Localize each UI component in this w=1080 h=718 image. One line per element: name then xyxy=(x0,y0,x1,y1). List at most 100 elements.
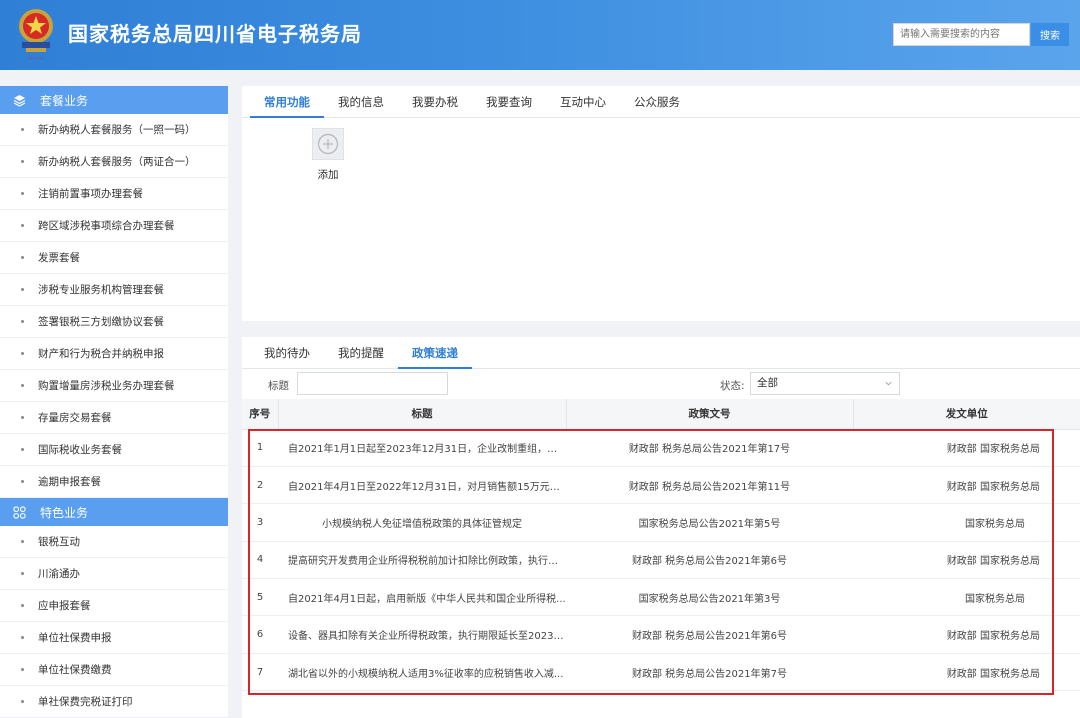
sidebar-item[interactable]: 国际税收业务套餐 xyxy=(0,434,228,466)
sidebar-item[interactable]: 发票套餐 xyxy=(0,242,228,274)
row-index: 1 xyxy=(242,429,278,467)
row-index: 6 xyxy=(242,615,278,654)
table-row[interactable]: 5 自2021年4月1日起，启用新版《中华人民共和国企业所得税... 国家税务总… xyxy=(242,578,1080,617)
row-doc-number: 财政部 税务总局公告2021年第6号 xyxy=(566,541,853,580)
table-row[interactable]: 6 设备、器具扣除有关企业所得税政策，执行期限延长至2023年... 财政部 税… xyxy=(242,615,1080,654)
row-title-link[interactable]: 自2021年4月1日起，启用新版《中华人民共和国企业所得税... xyxy=(278,578,566,617)
sidebar-item[interactable]: 注销前置事项办理套餐 xyxy=(0,178,228,210)
row-doc-number: 国家税务总局公告2021年第5号 xyxy=(566,503,853,542)
search-button[interactable]: 搜索 xyxy=(1031,23,1069,46)
sidebar-item[interactable]: 银税互动 xyxy=(0,526,228,558)
sidebar-section-featured[interactable]: 特色业务 xyxy=(0,498,228,526)
sidebar-item[interactable]: 签署银税三方划缴协议套餐 xyxy=(0,306,228,338)
tab-policy-express[interactable]: 政策速递 xyxy=(398,337,472,369)
row-index: 3 xyxy=(242,503,278,542)
sidebar-item[interactable]: 涉税专业服务机构管理套餐 xyxy=(0,274,228,306)
bullet-icon xyxy=(21,700,24,703)
grid-icon xyxy=(12,505,26,519)
tab-my-todo[interactable]: 我的待办 xyxy=(250,337,324,368)
common-functions-panel: 常用功能 我的信息 我要办税 我要查询 互动中心 公众服务 添加 xyxy=(242,86,1080,321)
status-select-value: 全部 xyxy=(757,377,778,389)
site-header: ~~~ 国家税务总局四川省电子税务局 搜索 xyxy=(0,0,1080,70)
table-row[interactable]: 7 湖北省以外的小规模纳税人适用3%征收率的应税销售收入减... 财政部 税务总… xyxy=(242,653,1080,692)
status-select[interactable]: 全部 xyxy=(750,372,900,395)
site-title: 国家税务总局四川省电子税务局 xyxy=(68,22,362,46)
sidebar-item[interactable]: 单位社保费缴费 xyxy=(0,654,228,686)
add-label: 添加 xyxy=(317,169,339,181)
title-filter-input[interactable] xyxy=(297,372,448,395)
plus-circle-icon xyxy=(317,133,339,155)
bullet-icon xyxy=(21,352,24,355)
table-row[interactable]: 3 小规模纳税人免征增值税政策的具体征管规定 国家税务总局公告2021年第5号 … xyxy=(242,503,1080,542)
add-shortcut-button[interactable] xyxy=(312,128,344,160)
top-tabs: 常用功能 我的信息 我要办税 我要查询 互动中心 公众服务 xyxy=(242,86,1080,118)
col-header-issuer: 发文单位 xyxy=(853,399,1080,430)
row-issuer: 财政部 国家税务总局 xyxy=(853,541,1080,580)
tab-file-tax[interactable]: 我要办税 xyxy=(398,86,472,117)
row-title-link[interactable]: 自2021年4月1日至2022年12月31日，对月销售额15万元以下... xyxy=(278,466,566,505)
bullet-icon xyxy=(21,480,24,483)
bullet-icon xyxy=(21,636,24,639)
row-doc-number: 财政部 税务总局公告2021年第7号 xyxy=(566,653,853,692)
table-row[interactable]: 2 自2021年4月1日至2022年12月31日，对月销售额15万元以下... … xyxy=(242,466,1080,505)
sidebar-item[interactable]: 单社保费完税证打印 xyxy=(0,686,228,718)
row-issuer: 国家税务总局 xyxy=(853,503,1080,542)
sidebar-item[interactable]: 购置增量房涉税业务办理套餐 xyxy=(0,370,228,402)
tab-my-info[interactable]: 我的信息 xyxy=(324,86,398,117)
sidebar-item[interactable]: 跨区域涉税事项综合办理套餐 xyxy=(0,210,228,242)
bullet-icon xyxy=(21,160,24,163)
row-doc-number: 财政部 税务总局公告2021年第6号 xyxy=(566,615,853,654)
sidebar-item[interactable]: 新办纳税人套餐服务（一照一码） xyxy=(0,114,228,146)
row-index: 5 xyxy=(242,578,278,617)
table-row[interactable]: 1 自2021年1月1日起至2023年12月31日，企业改制重组，符合... 财… xyxy=(242,429,1080,467)
bullet-icon xyxy=(21,320,24,323)
sidebar-item[interactable]: 川渝通办 xyxy=(0,558,228,590)
bullet-icon xyxy=(21,668,24,671)
tab-interaction-center[interactable]: 互动中心 xyxy=(546,86,620,117)
row-title-link[interactable]: 小规模纳税人免征增值税政策的具体征管规定 xyxy=(278,503,566,542)
sidebar-item-label: 国际税收业务套餐 xyxy=(38,444,122,456)
sidebar-item-label: 单位社保费申报 xyxy=(38,632,112,644)
tab-public-services[interactable]: 公众服务 xyxy=(620,86,694,117)
bullet-icon xyxy=(21,288,24,291)
col-header-doc-number: 政策文号 xyxy=(566,399,854,430)
row-index: 2 xyxy=(242,466,278,505)
sidebar-item[interactable]: 财产和行为税合并纳税申报 xyxy=(0,338,228,370)
row-title-link[interactable]: 提高研究开发费用企业所得税税前加计扣除比例政策，执行期... xyxy=(278,541,566,580)
row-index: 7 xyxy=(242,653,278,692)
sidebar-item-label: 财产和行为税合并纳税申报 xyxy=(38,348,164,360)
sidebar-item-label: 跨区域涉税事项综合办理套餐 xyxy=(38,220,175,232)
sidebar-item-label: 单位社保费缴费 xyxy=(38,664,112,676)
sidebar-item[interactable]: 新办纳税人套餐服务（两证合一） xyxy=(0,146,228,178)
sidebar-item[interactable]: 存量房交易套餐 xyxy=(0,402,228,434)
row-title-link[interactable]: 自2021年1月1日起至2023年12月31日，企业改制重组，符合... xyxy=(278,429,566,467)
sidebar-item-label: 购置增量房涉税业务办理套餐 xyxy=(38,380,175,392)
sidebar-item[interactable]: 应申报套餐 xyxy=(0,590,228,622)
sidebar-item-label: 存量房交易套餐 xyxy=(38,412,112,424)
bullet-icon xyxy=(21,256,24,259)
row-title-link[interactable]: 湖北省以外的小规模纳税人适用3%征收率的应税销售收入减... xyxy=(278,653,566,692)
sidebar-item-label: 逾期申报套餐 xyxy=(38,476,101,488)
sidebar-item-label: 应申报套餐 xyxy=(38,600,91,612)
tab-query[interactable]: 我要查询 xyxy=(472,86,546,117)
col-header-index: 序号 xyxy=(242,399,279,430)
row-doc-number: 财政部 税务总局公告2021年第11号 xyxy=(566,466,853,505)
tab-my-reminders[interactable]: 我的提醒 xyxy=(324,337,398,368)
bottom-tabs: 我的待办 我的提醒 政策速递 xyxy=(242,337,1080,369)
policy-table: 序号 标题 政策文号 发文单位 1 自2021年1月1日起至2023年12月31… xyxy=(242,399,1080,692)
sidebar-item[interactable]: 逾期申报套餐 xyxy=(0,466,228,498)
sidebar-item[interactable]: 单位社保费申报 xyxy=(0,622,228,654)
tax-emblem-icon: ~~~ xyxy=(19,9,53,62)
bullet-icon xyxy=(21,604,24,607)
sidebar-item-label: 新办纳税人套餐服务（两证合一） xyxy=(38,156,196,168)
sidebar: 套餐业务 新办纳税人套餐服务（一照一码） 新办纳税人套餐服务（两证合一） 注销前… xyxy=(0,86,228,718)
bullet-icon xyxy=(21,128,24,131)
col-header-title: 标题 xyxy=(278,399,567,430)
table-row[interactable]: 4 提高研究开发费用企业所得税税前加计扣除比例政策，执行期... 财政部 税务总… xyxy=(242,541,1080,580)
sidebar-section-package[interactable]: 套餐业务 xyxy=(0,86,228,114)
search-input[interactable] xyxy=(893,23,1030,46)
sidebar-item-label: 涉税专业服务机构管理套餐 xyxy=(38,284,164,296)
sidebar-item-label: 川渝通办 xyxy=(38,568,80,580)
tab-common-functions[interactable]: 常用功能 xyxy=(250,86,324,118)
row-title-link[interactable]: 设备、器具扣除有关企业所得税政策，执行期限延长至2023年... xyxy=(278,615,566,654)
